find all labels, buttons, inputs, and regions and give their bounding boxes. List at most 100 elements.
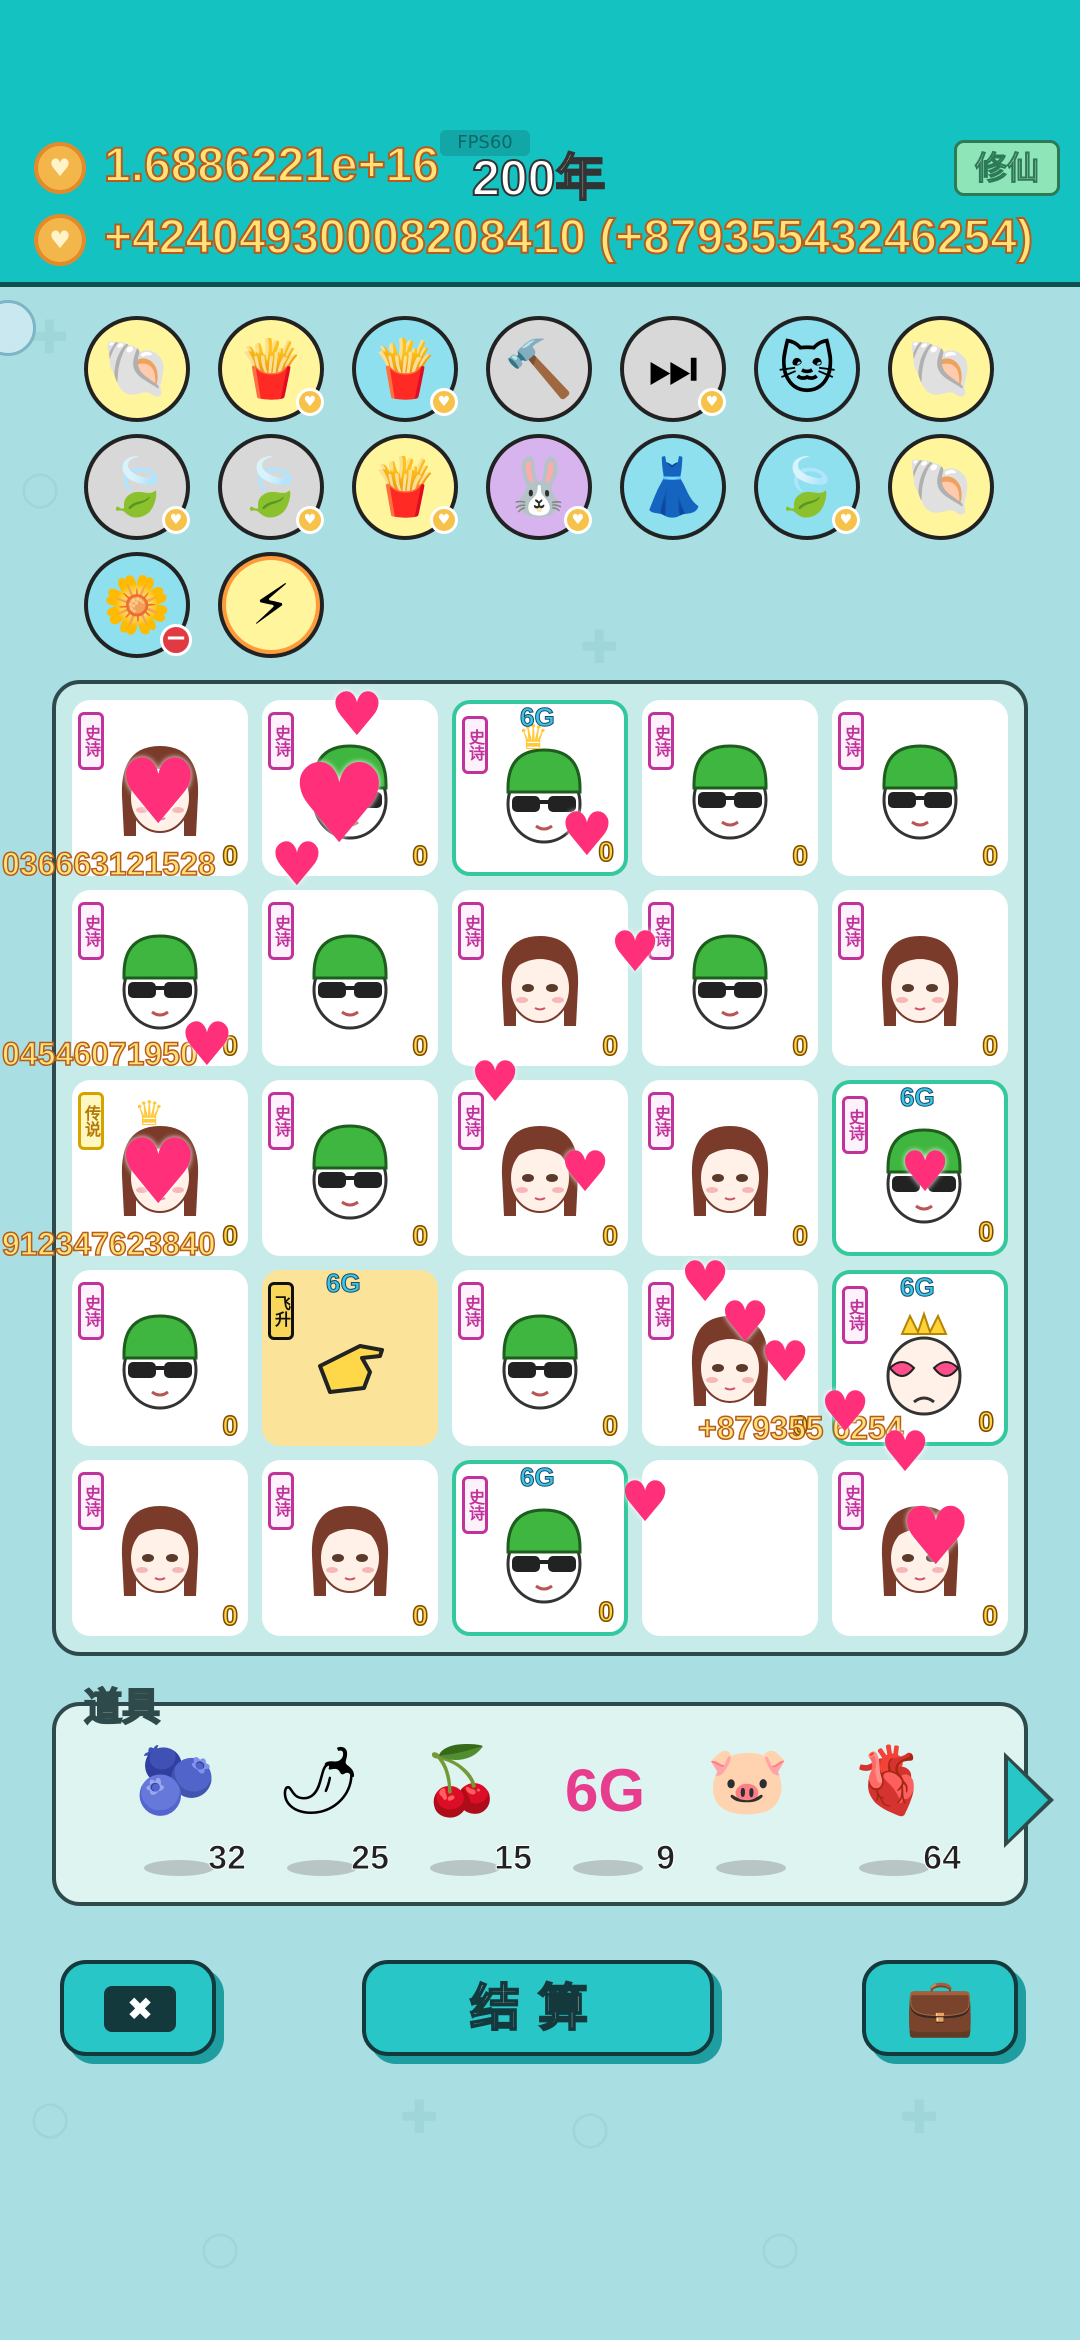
liver-item[interactable]: 🫀 64	[831, 1736, 962, 1886]
guy-character-icon	[300, 736, 400, 846]
board-cell[interactable]: 史诗 0	[72, 1460, 248, 1636]
rarity-tag: 史诗	[838, 902, 864, 960]
bag-button[interactable]: 💼	[862, 1960, 1018, 2056]
blueberry-icon: 🫐	[134, 1742, 218, 1819]
shell-upgrade-button[interactable]: 🐚	[84, 316, 190, 422]
briefcase-icon: 💼	[905, 1975, 975, 2040]
merge-board: 史诗 0 史诗 0 ♛ 史诗 6G 0 史诗 0 史诗 0 史诗 0 史诗 0 史诗 0 史诗 0 史诗 0 ♛ 传说 0 史诗 0…	[52, 680, 1028, 1656]
board-cell[interactable]: 史诗 0	[452, 1270, 628, 1446]
board-cell[interactable]: 史诗 0	[452, 890, 628, 1066]
rarity-tag: 史诗	[458, 1282, 484, 1340]
cell-level: 0	[792, 1029, 809, 1062]
rarity-tag: 史诗	[648, 712, 674, 770]
item-shadow	[716, 1860, 786, 1876]
rarity-tag: 史诗	[648, 902, 674, 960]
board-cell[interactable]: 史诗 0	[72, 1270, 248, 1446]
board-cell[interactable]: 史诗 0	[262, 700, 438, 876]
cultivate-button[interactable]: 修仙	[954, 140, 1060, 196]
cell-level: 0	[222, 1599, 239, 1632]
bg-pattern: ○	[30, 2090, 71, 2144]
6g-badge: 6G	[900, 1082, 936, 1113]
fries-icon: 🍟	[370, 455, 440, 520]
bg-pattern: ✚	[30, 310, 69, 364]
blueberry-item[interactable]: 🫐 32	[116, 1736, 247, 1886]
board-cell[interactable]: 史诗 0	[262, 1460, 438, 1636]
cat-upgrade-button[interactable]: 🐱	[754, 316, 860, 422]
rarity-tag: 飞升	[268, 1282, 294, 1340]
guy-character-icon	[300, 1116, 400, 1226]
fries-upgrade-button[interactable]: 🍟 ♥	[218, 316, 324, 422]
rarity-tag: 史诗	[78, 712, 104, 770]
board-cell[interactable]: 史诗 0	[642, 700, 818, 876]
girl-character-icon	[300, 1496, 400, 1606]
rarity-tag: 史诗	[78, 902, 104, 960]
leaf-upgrade-button[interactable]: 🍃 ♥	[218, 434, 324, 540]
piggy-bank-item[interactable]: 🐷	[688, 1736, 818, 1886]
board-cell[interactable]: 史诗 0	[452, 1080, 628, 1256]
fries-upgrade-button[interactable]: 🍟 ♥	[352, 316, 458, 422]
board-cell[interactable]	[642, 1460, 818, 1636]
item-count: 32	[208, 1839, 247, 1878]
skip-icon: ⏭	[647, 336, 699, 401]
close-button[interactable]: ✖	[60, 1960, 216, 2056]
board-cell[interactable]: 史诗 0	[832, 890, 1008, 1066]
bayberry-item[interactable]: 🍒 15	[402, 1736, 533, 1886]
items-next-arrow[interactable]	[1004, 1752, 1054, 1848]
cell-level: 0	[222, 1409, 239, 1442]
cell-level: 0	[598, 1595, 615, 1628]
chili-item[interactable]: 🌶 25	[259, 1736, 389, 1886]
hammer-upgrade-button[interactable]: 🔨	[486, 316, 592, 422]
shell-icon: 🐚	[906, 455, 976, 520]
cell-level: 0	[412, 1029, 429, 1062]
rarity-tag: 史诗	[268, 1092, 294, 1150]
shell-upgrade-button[interactable]: 🐚	[888, 434, 994, 540]
guy-character-icon	[110, 1306, 210, 1416]
guy-character-icon	[870, 736, 970, 846]
rarity-tag: 史诗	[78, 1282, 104, 1340]
board-cell[interactable]: 史诗 0	[262, 1080, 438, 1256]
item-shadow	[287, 1860, 357, 1876]
board-cell[interactable]: 史诗 6G 0	[832, 1080, 1008, 1256]
item-count: 15	[494, 1839, 533, 1878]
board-cell[interactable]: 飞升 6G	[262, 1268, 438, 1446]
side-bubble-button[interactable]	[0, 300, 36, 356]
6g-item[interactable]: 6G 9	[545, 1736, 676, 1886]
board-cell[interactable]: 史诗 6G 0	[452, 1460, 628, 1636]
leaf-upgrade-button[interactable]: 🍃 ♥	[84, 434, 190, 540]
bg-pattern: ○	[570, 2100, 611, 2154]
floating-earning-text: +879355 6254	[697, 1409, 904, 1447]
items-title: 道具	[83, 1684, 161, 1730]
hand-character-icon	[300, 1306, 400, 1416]
heart-badge-icon: ♥	[430, 506, 458, 534]
item-count: 64	[923, 1839, 962, 1878]
settle-button[interactable]: 结算	[362, 1960, 714, 2056]
cell-level: 0	[982, 1029, 999, 1062]
skip-upgrade-button[interactable]: ⏭ ♥	[620, 316, 726, 422]
skirt-upgrade-button[interactable]: 👗	[620, 434, 726, 540]
remove-icon[interactable]: −	[160, 624, 192, 656]
cell-level: 0	[792, 839, 809, 872]
king-character-icon	[874, 1310, 974, 1420]
cell-level: 0	[978, 1215, 995, 1248]
shell-upgrade-button[interactable]: 🐚	[888, 316, 994, 422]
coins-rate: +42404930008208410 (+87935543246254)	[103, 210, 1034, 265]
fries-upgrade-button[interactable]: 🍟 ♥	[352, 434, 458, 540]
rarity-tag: 史诗	[268, 1472, 294, 1530]
board-cell[interactable]: 史诗 0	[642, 890, 818, 1066]
board-cell[interactable]: ♛ 史诗 6G 0	[452, 700, 628, 876]
cell-level: 0	[412, 839, 429, 872]
board-cell[interactable]: 史诗 0	[262, 890, 438, 1066]
rarity-tag: 史诗	[268, 902, 294, 960]
leaf-upgrade-button[interactable]: 🍃 ♥	[754, 434, 860, 540]
rabbit-upgrade-button[interactable]: 🐰 ♥	[486, 434, 592, 540]
board-cell[interactable]: 史诗 0	[832, 700, 1008, 876]
bayberry-icon: 🍒	[420, 1742, 504, 1819]
leaf-icon: 🍃	[236, 455, 306, 520]
heart-badge-icon: ♥	[162, 506, 190, 534]
board-cell[interactable]: 史诗 0	[642, 1080, 818, 1256]
lightning-upgrade-button[interactable]: ⚡	[218, 552, 324, 658]
flower-pot-upgrade-button[interactable]: 🌼 −	[84, 552, 192, 658]
item-count: 9	[656, 1839, 676, 1878]
cell-level: 0	[602, 1029, 619, 1062]
board-cell[interactable]: 史诗 0	[832, 1460, 1008, 1636]
